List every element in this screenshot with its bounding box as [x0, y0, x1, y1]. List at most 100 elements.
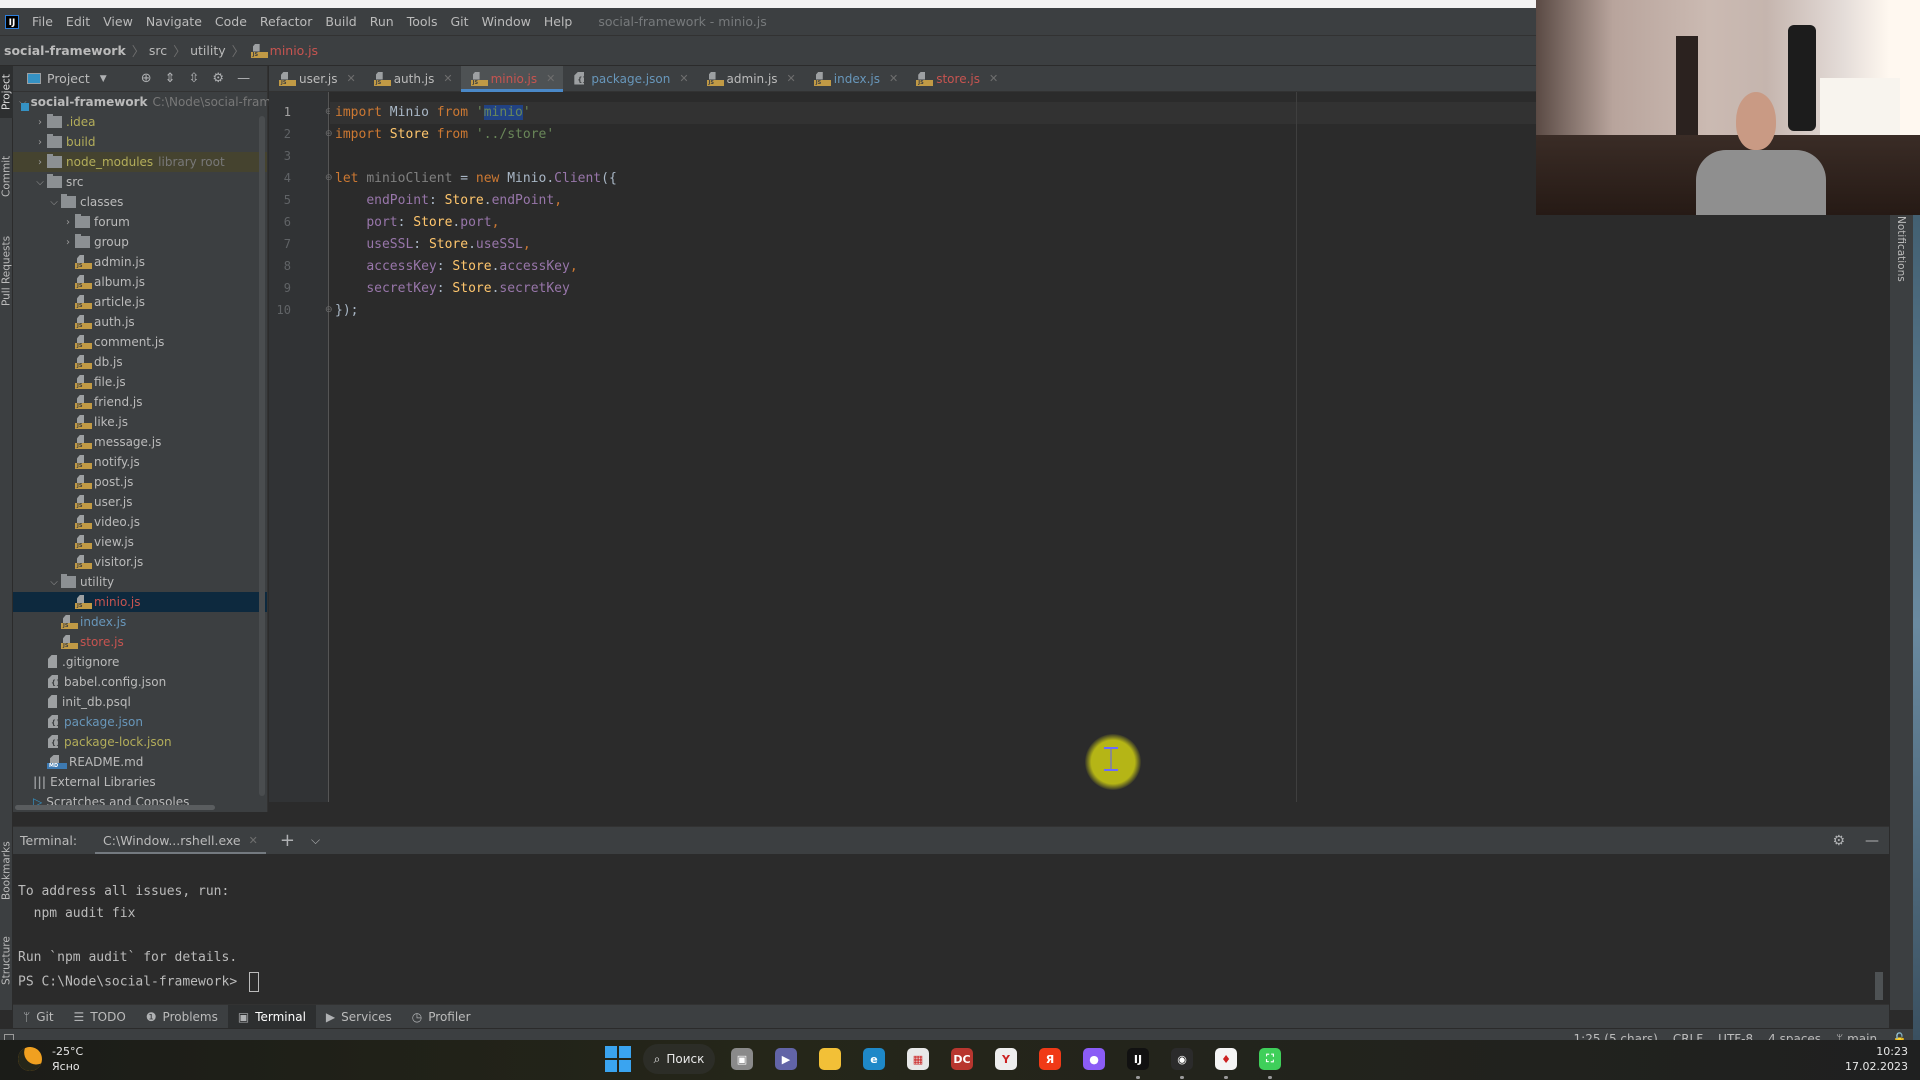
tree-item[interactable]: package-lock.json	[13, 732, 267, 752]
toolwindow-todo[interactable]: ☰ TODO	[64, 1005, 136, 1028]
menu-edit[interactable]: Edit	[66, 14, 90, 29]
toolwindow-services[interactable]: ▶ Services	[316, 1005, 402, 1028]
expand-all-icon[interactable]: ⇕	[165, 71, 176, 86]
menu-window[interactable]: Window	[482, 14, 531, 29]
code-line[interactable]: import Minio from 'minio'	[335, 102, 531, 124]
fold-marker-icon[interactable]: ⊖	[325, 173, 333, 183]
stripe-project[interactable]: Project	[0, 66, 13, 118]
code-line[interactable]: });	[335, 300, 358, 322]
tree-item[interactable]: › build	[13, 132, 267, 152]
fold-marker-icon[interactable]: ⊖	[325, 129, 333, 139]
editor-tab[interactable]: admin.js ✕	[697, 66, 804, 91]
taskbar-app-edge[interactable]: e	[859, 1044, 889, 1074]
tree-item[interactable]: comment.js	[13, 332, 267, 352]
tree-item[interactable]: › group	[13, 232, 267, 252]
close-icon[interactable]: ✕	[546, 72, 555, 85]
stripe-pull-requests[interactable]: Pull Requests	[0, 226, 13, 316]
code-line[interactable]: endPoint: Store.endPoint,	[335, 190, 562, 212]
tree-item[interactable]: ⌵ utility	[13, 572, 267, 592]
tree-item[interactable]: album.js	[13, 272, 267, 292]
tree-item[interactable]: package.json	[13, 712, 267, 732]
tree-item[interactable]: index.js	[13, 612, 267, 632]
chevron-right-icon[interactable]: ›	[61, 237, 75, 248]
taskbar-app-yandex-browser[interactable]: Y	[991, 1044, 1021, 1074]
close-icon[interactable]: ✕	[989, 72, 998, 85]
close-icon[interactable]: ✕	[679, 72, 688, 85]
stripe-structure[interactable]: Structure	[0, 926, 13, 996]
taskbar-app-app-red[interactable]: DC	[947, 1044, 977, 1074]
code-line[interactable]: useSSL: Store.useSSL,	[335, 234, 530, 256]
breadcrumb-src[interactable]: src	[149, 43, 167, 58]
menu-code[interactable]: Code	[215, 14, 247, 29]
chevron-right-icon[interactable]: ›	[33, 157, 47, 168]
toolwindow-git[interactable]: ᛘ Git	[13, 1005, 64, 1028]
menu-navigate[interactable]: Navigate	[146, 14, 202, 29]
taskbar-app-task-view[interactable]: ▣	[727, 1044, 757, 1074]
tree-item[interactable]: › forum	[13, 212, 267, 232]
toolwindow-problems[interactable]: ❶ Problems	[136, 1005, 228, 1028]
terminal-session-tab[interactable]: C:\Window...rshell.exe ✕	[95, 827, 266, 855]
chevron-down-icon[interactable]: ⌵	[311, 833, 320, 848]
tree-item[interactable]: ⌵ classes	[13, 192, 267, 212]
fold-marker-icon[interactable]: ⊖	[325, 305, 333, 315]
tree-item[interactable]: view.js	[13, 532, 267, 552]
chevron-down-icon[interactable]: ⌵	[47, 197, 61, 208]
chevron-right-icon[interactable]: ›	[33, 117, 47, 128]
project-view-selector[interactable]: Project	[47, 71, 90, 86]
editor-tab[interactable]: user.js ✕	[269, 66, 364, 91]
hide-icon[interactable]: —	[237, 71, 250, 86]
gear-icon[interactable]: ⚙	[1832, 833, 1845, 849]
stripe-notifications[interactable]: Notifications	[1895, 216, 1907, 282]
tree-item[interactable]: article.js	[13, 292, 267, 312]
tree-item[interactable]: store.js	[13, 632, 267, 652]
breadcrumb-utility[interactable]: utility	[190, 43, 226, 58]
code-line[interactable]: accessKey: Store.accessKey,	[335, 256, 577, 278]
chevron-down-icon[interactable]: ⌵	[33, 177, 47, 188]
terminal-scrollbar[interactable]	[1875, 972, 1883, 1000]
tree-item[interactable]: admin.js	[13, 252, 267, 272]
menu-build[interactable]: Build	[325, 14, 356, 29]
tree-item[interactable]: ||| External Libraries	[13, 772, 267, 792]
collapse-all-icon[interactable]: ⇳	[189, 71, 200, 86]
taskbar-app-intellij[interactable]: IJ	[1123, 1044, 1153, 1079]
tree-item[interactable]: notify.js	[13, 452, 267, 472]
code-line[interactable]: let minioClient = new Minio.Client({	[335, 168, 617, 190]
system-clock[interactable]: 10:23 17.02.2023	[1845, 1044, 1908, 1074]
select-opened-file-icon[interactable]: ⊕	[141, 71, 152, 86]
tree-item[interactable]: minio.js	[13, 592, 267, 612]
editor-tab[interactable]: minio.js ✕	[460, 66, 564, 92]
close-icon[interactable]: ✕	[787, 72, 796, 85]
taskbar-app-mongodb-compass[interactable]: ♦	[1211, 1044, 1241, 1079]
editor-tab[interactable]: index.js ✕	[804, 66, 906, 91]
editor-tab[interactable]: auth.js ✕	[364, 66, 461, 91]
chevron-right-icon[interactable]: ›	[33, 137, 47, 148]
taskbar-app-ms-store[interactable]: ▦	[903, 1044, 933, 1074]
menu-file[interactable]: File	[32, 14, 53, 29]
tree-item[interactable]: ⌵ social-framework C:\Node\social-fram	[13, 92, 271, 112]
menu-git[interactable]: Git	[451, 14, 469, 29]
chevron-down-icon[interactable]: ⌵	[47, 577, 61, 588]
breadcrumb-project[interactable]: social-framework	[4, 43, 126, 58]
close-icon[interactable]: ✕	[249, 834, 258, 847]
tree-item[interactable]: init_db.psql	[13, 692, 267, 712]
breadcrumb-file[interactable]: minio.js	[270, 43, 318, 58]
close-icon[interactable]: ✕	[346, 72, 355, 85]
gear-icon[interactable]: ⚙	[212, 71, 224, 86]
menu-view[interactable]: View	[103, 14, 133, 29]
close-icon[interactable]: ✕	[443, 72, 452, 85]
weather-widget[interactable]: -25°C Ясно	[14, 1043, 83, 1075]
taskbar-app-app-green[interactable]: ⛶	[1255, 1044, 1285, 1079]
tree-item[interactable]: visitor.js	[13, 552, 267, 572]
editor-tab[interactable]: package.json ✕	[563, 66, 696, 91]
tree-item[interactable]: friend.js	[13, 392, 267, 412]
editor-tab[interactable]: store.js ✕	[906, 66, 1006, 91]
tree-item[interactable]: video.js	[13, 512, 267, 532]
taskbar-app-alice[interactable]: ●	[1079, 1044, 1109, 1074]
stripe-commit[interactable]: Commit	[0, 146, 13, 206]
taskbar-app-obs[interactable]: ◉	[1167, 1044, 1197, 1079]
taskbar-search-button[interactable]: ⌕ Поиск	[643, 1044, 715, 1074]
tree-item[interactable]: › node_modules library root	[13, 152, 267, 172]
new-terminal-icon[interactable]: +	[280, 830, 295, 851]
tree-item[interactable]: user.js	[13, 492, 267, 512]
code-line[interactable]: port: Store.port,	[335, 212, 499, 234]
